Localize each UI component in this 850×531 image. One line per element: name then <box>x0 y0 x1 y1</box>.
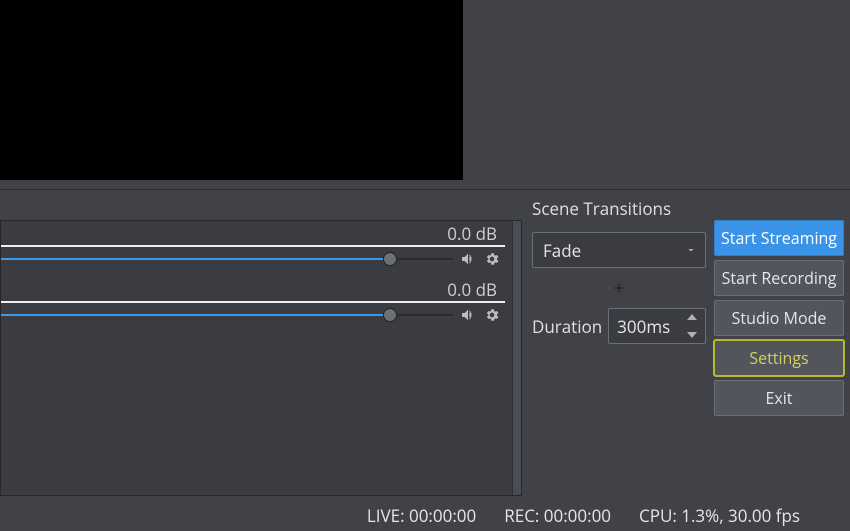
channel-level-label: 0.0 dB <box>1 279 505 301</box>
volume-slider[interactable] <box>1 305 453 325</box>
gear-icon[interactable] <box>483 250 501 268</box>
spinner-arrows-icon[interactable] <box>687 313 701 339</box>
status-rec: REC: 00:00:00 <box>504 504 611 527</box>
scene-transitions-panel: Scene Transitions Fade Duration 300ms <box>522 190 712 499</box>
channel-level-label: 0.0 dB <box>1 223 505 245</box>
speaker-icon[interactable] <box>459 306 477 324</box>
studio-mode-button[interactable]: Studio Mode <box>714 300 844 336</box>
preview-canvas[interactable] <box>0 0 463 180</box>
duration-value: 300ms <box>617 315 670 338</box>
add-transition-button[interactable] <box>607 276 631 300</box>
transition-select-value: Fade <box>543 239 581 262</box>
chevron-down-icon <box>685 244 697 256</box>
start-recording-button[interactable]: Start Recording <box>714 260 844 296</box>
mixer-scrollbar[interactable] <box>512 221 521 495</box>
scene-transitions-title: Scene Transitions <box>532 198 706 220</box>
controls-panel: Start Streaming Start Recording Studio M… <box>712 190 850 499</box>
exit-button[interactable]: Exit <box>714 380 844 416</box>
settings-button[interactable]: Settings <box>714 340 844 376</box>
preview-area <box>0 0 850 190</box>
status-cpu: CPU: 1.3%, 30.00 fps <box>639 504 800 527</box>
panels-row: 0.0 dB <box>0 190 850 499</box>
mixer-channel: 0.0 dB <box>1 277 511 333</box>
transition-select[interactable]: Fade <box>532 232 706 268</box>
volume-slider[interactable] <box>1 249 453 269</box>
gear-icon[interactable] <box>483 306 501 324</box>
start-streaming-button[interactable]: Start Streaming <box>714 220 844 256</box>
status-bar: LIVE: 00:00:00 REC: 00:00:00 CPU: 1.3%, … <box>0 499 850 531</box>
mixer-panel: 0.0 dB <box>0 190 522 499</box>
speaker-icon[interactable] <box>459 250 477 268</box>
status-live: LIVE: 00:00:00 <box>367 504 476 527</box>
mixer: 0.0 dB <box>0 220 522 496</box>
duration-label: Duration <box>532 315 602 338</box>
app-root: 0.0 dB <box>0 0 850 531</box>
preview-padding <box>463 0 850 180</box>
duration-spinner[interactable]: 300ms <box>608 308 706 344</box>
mixer-channel: 0.0 dB <box>1 221 511 277</box>
